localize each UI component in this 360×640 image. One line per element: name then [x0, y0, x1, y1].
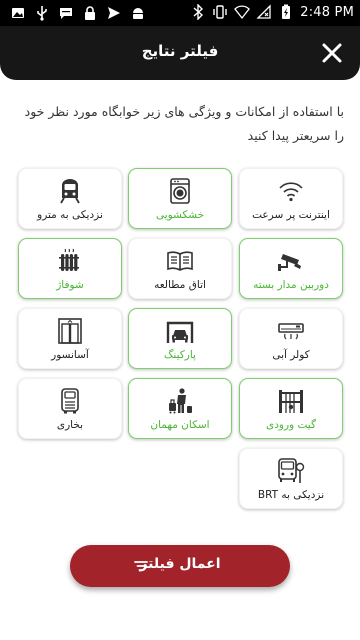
send-icon: [108, 7, 120, 19]
status-bar: 2:48 PM: [0, 0, 360, 26]
wifi-icon: [279, 182, 303, 202]
feature-card-laundry[interactable]: خشکشویی: [128, 168, 232, 229]
heater-icon: [61, 388, 79, 414]
app-bar: فیلتر نتایج: [0, 26, 360, 80]
feature-label: اینترنت پر سرعت: [252, 209, 330, 221]
metro-icon: [60, 179, 80, 204]
radiator-icon: [59, 248, 79, 271]
feature-card-entrance-gate[interactable]: گیت ورودی: [239, 378, 343, 439]
feature-card-metro[interactable]: نزدیکی به مترو: [18, 168, 122, 229]
washing-machine-icon: [170, 178, 190, 204]
close-icon[interactable]: [320, 41, 344, 65]
feature-label: گیت ورودی: [266, 419, 316, 431]
feature-label: دوربین مدار بسته: [253, 279, 329, 291]
cctv-camera-icon: [278, 254, 301, 271]
feature-label: شوفاژ: [56, 279, 84, 291]
feature-label: پارکینگ: [164, 349, 196, 361]
feature-card-elevator[interactable]: آسانسور: [18, 308, 122, 369]
filter-icon: [134, 561, 148, 571]
feature-label: خشکشویی: [155, 209, 205, 221]
bluetooth-icon: [193, 4, 204, 20]
apply-filter-label: اعمال فیلتر: [139, 556, 221, 572]
feature-card-guest[interactable]: اسکان مهمان: [128, 378, 232, 439]
filter-description: با استفاده از امکانات و ویژگی های زیر خو…: [24, 104, 344, 143]
no-sim-icon: [256, 4, 271, 19]
lock-icon: [85, 6, 95, 20]
battery-icon: [282, 4, 291, 19]
feature-card-cctv[interactable]: دوربین مدار بسته: [239, 238, 343, 299]
feature-label: اتاق مطالعه: [154, 279, 206, 291]
feature-card-radiator[interactable]: شوفاژ: [18, 238, 122, 299]
brt-bus-icon: [278, 458, 305, 483]
feature-card-study-room[interactable]: اتاق مطالعه: [128, 238, 232, 299]
page-title: فیلتر نتایج: [141, 42, 219, 60]
elevator-icon: [58, 318, 82, 344]
usb-icon: [37, 6, 47, 21]
air-conditioner-icon: [278, 323, 304, 340]
feature-label: نزدیکی به BRT: [257, 489, 325, 501]
image-icon: [12, 8, 24, 18]
android-icon: [133, 8, 143, 19]
feature-card-internet[interactable]: اینترنت پر سرعت: [239, 168, 343, 229]
feature-label: کولر آبی: [272, 349, 310, 361]
apply-filter-button[interactable]: اعمال فیلتر: [70, 545, 290, 587]
status-bar-right: 2:48 PM: [190, 4, 354, 20]
entrance-gate-icon: [279, 390, 303, 413]
vibrate-icon: [213, 5, 227, 19]
feature-label: اسکان مهمان: [150, 419, 210, 431]
status-time: 2:48 PM: [300, 4, 354, 20]
status-bar-left: [10, 5, 146, 21]
feature-label: نزدیکی به مترو: [37, 209, 103, 221]
feature-card-brt[interactable]: نزدیکی به BRT: [239, 448, 343, 509]
parking-garage-icon: [166, 321, 194, 343]
feature-card-air-conditioner[interactable]: کولر آبی: [239, 308, 343, 369]
message-icon: [60, 8, 72, 19]
guest-luggage-icon: [169, 388, 192, 414]
feature-card-heater[interactable]: بخاری: [18, 378, 122, 439]
feature-label: بخاری: [56, 419, 84, 431]
wifi-icon: [234, 5, 251, 20]
open-book-icon: [167, 251, 193, 271]
feature-card-parking[interactable]: پارکینگ: [128, 308, 232, 369]
feature-label: آسانسور: [51, 349, 89, 361]
